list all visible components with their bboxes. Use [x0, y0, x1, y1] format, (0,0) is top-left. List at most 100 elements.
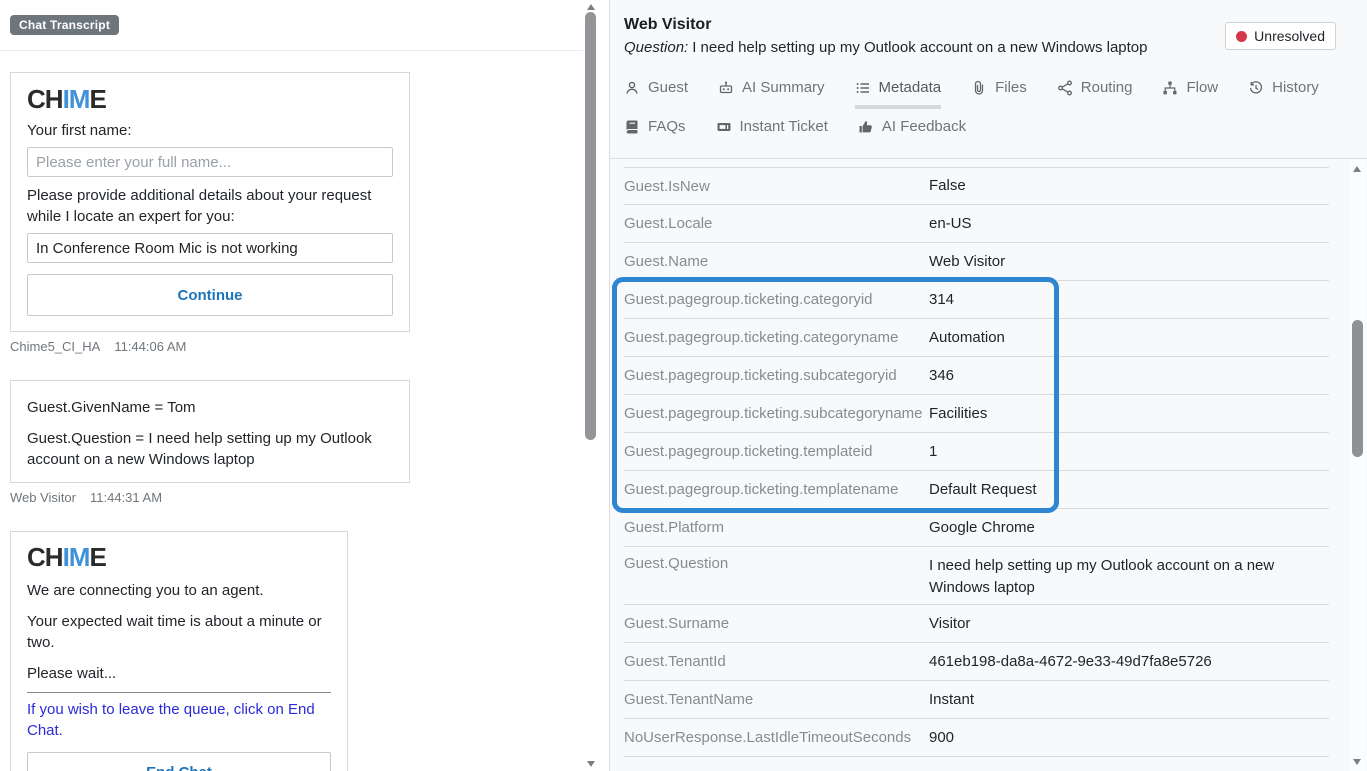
- metadata-key: Guest.Surname: [624, 615, 929, 632]
- tab-ai-summary[interactable]: AI Summary: [718, 79, 825, 109]
- book-icon: [624, 119, 640, 135]
- metadata-row: Guest.pagegroup.ticketing.categoryid 314: [624, 281, 1329, 319]
- logo-part: E: [89, 542, 105, 572]
- chat-card-connecting: CHIME We are connecting you to an agent.…: [10, 531, 348, 771]
- metadata-value: 346: [929, 365, 1329, 387]
- tab-label: Routing: [1081, 79, 1133, 96]
- chime-logo: CHIME: [27, 86, 393, 112]
- sender-name: Web Visitor: [10, 490, 76, 505]
- metadata-row: Guest.TenantId 461eb198-da8a-4672-9e33-4…: [624, 643, 1329, 681]
- details-label: Please provide additional details about …: [27, 185, 393, 227]
- left-scrollbar-thumb[interactable]: [585, 12, 596, 440]
- metadata-key: Guest.pagegroup.ticketing.subcategorynam…: [624, 405, 929, 422]
- right-scrollbar-thumb[interactable]: [1352, 320, 1363, 457]
- timestamp: 11:44:31 AM: [90, 490, 162, 505]
- metadata-value: Automation: [929, 327, 1329, 349]
- tab-label: AI Summary: [742, 79, 825, 96]
- end-chat-button[interactable]: End Chat: [27, 752, 331, 771]
- scroll-up-arrow-icon[interactable]: [1353, 166, 1361, 172]
- please-wait-line: Please wait...: [27, 663, 331, 684]
- metadata-key: Guest.TenantId: [624, 653, 929, 670]
- tab-label: AI Feedback: [882, 118, 966, 135]
- list-icon: [855, 80, 871, 96]
- metadata-row: Guest.pagegroup.ticketing.subcategorynam…: [624, 395, 1329, 433]
- metadata-row: Guest.TenantName Instant: [624, 681, 1329, 719]
- leave-queue-notice: If you wish to leave the queue, click on…: [27, 699, 331, 741]
- metadata-row: Guest.Name Web Visitor: [624, 243, 1329, 281]
- metadata-value: 314: [929, 289, 1329, 311]
- metadata-key: Guest.pagegroup.ticketing.subcategoryid: [624, 367, 929, 384]
- share-nodes-icon: [1057, 80, 1073, 96]
- metadata-key: NoUserResponse.LastIdleTimeoutSeconds: [624, 729, 929, 746]
- logo-part: IM: [63, 84, 90, 114]
- timestamp: 11:44:06 AM: [114, 339, 186, 354]
- tab-files[interactable]: Files: [971, 79, 1027, 109]
- tab-label: Instant Ticket: [740, 118, 828, 135]
- wait-time-line: Your expected wait time is about a minut…: [27, 611, 331, 653]
- continue-button[interactable]: Continue: [27, 274, 393, 316]
- scroll-up-arrow-icon[interactable]: [587, 4, 595, 10]
- scroll-down-arrow-icon[interactable]: [587, 761, 595, 767]
- connecting-line: We are connecting you to an agent.: [27, 580, 331, 601]
- details-input[interactable]: [27, 233, 393, 263]
- tab-routing[interactable]: Routing: [1057, 79, 1133, 109]
- chat-transcript-panel: Chat Transcript CHIME Your first name: P…: [0, 0, 583, 771]
- question-text: I need help setting up my Outlook accoun…: [692, 39, 1147, 56]
- metadata-key: Guest.Question: [624, 555, 929, 572]
- tab-history[interactable]: History: [1248, 79, 1319, 109]
- card-divider: [27, 692, 331, 693]
- tab-label: Guest: [648, 79, 688, 96]
- metadata-key: Guest.IsNew: [624, 178, 929, 195]
- metadata-value: 1: [929, 441, 1329, 463]
- history-icon: [1248, 80, 1264, 96]
- metadata-value: Instant: [929, 689, 1329, 711]
- metadata-row: Guest.Question I need help setting up my…: [624, 547, 1329, 605]
- chat-card-guest-vars: Guest.GivenName = Tom Guest.Question = I…: [10, 380, 410, 483]
- metadata-row: Guest.pagegroup.ticketing.categoryname A…: [624, 319, 1329, 357]
- tab-bar-row1: Guest AI Summary Metadata Files Routing: [624, 79, 1367, 109]
- right-scrollbar[interactable]: [1349, 160, 1366, 771]
- tab-guest[interactable]: Guest: [624, 79, 688, 109]
- tab-instant-ticket[interactable]: Instant Ticket: [716, 118, 828, 141]
- details-header: Web Visitor Question:I need help setting…: [610, 0, 1367, 159]
- metadata-row: Guest.pagegroup.ticketing.subcategoryid …: [624, 357, 1329, 395]
- scroll-down-arrow-icon[interactable]: [1353, 759, 1361, 765]
- person-icon: [624, 80, 640, 96]
- metadata-value: Default Request: [929, 479, 1329, 501]
- first-name-label: Your first name:: [27, 120, 393, 141]
- tab-ai-feedback[interactable]: AI Feedback: [858, 118, 966, 141]
- tab-flow[interactable]: Flow: [1162, 79, 1218, 109]
- metadata-row: Guest.Locale en-US: [624, 205, 1329, 243]
- guest-question-line: Guest.Question = I need help setting up …: [27, 428, 393, 470]
- tab-metadata[interactable]: Metadata: [855, 79, 942, 109]
- metadata-key: Guest.Locale: [624, 215, 929, 232]
- metadata-row: NoUserResponse.LastIdleTimeoutSeconds 90…: [624, 719, 1329, 757]
- metadata-key: Guest.pagegroup.ticketing.templateid: [624, 443, 929, 460]
- full-name-input[interactable]: [27, 147, 393, 177]
- robot-icon: [718, 80, 734, 96]
- metadata-row: Guest.Surname Visitor: [624, 605, 1329, 643]
- metadata-value: Facilities: [929, 403, 1329, 425]
- left-scrollbar[interactable]: [584, 0, 598, 771]
- chat-transcript-badge: Chat Transcript: [10, 15, 119, 35]
- metadata-value: Web Visitor: [929, 251, 1329, 273]
- flow-icon: [1162, 80, 1178, 96]
- metadata-value: Google Chrome: [929, 517, 1329, 539]
- metadata-value: I need help setting up my Outlook accoun…: [929, 555, 1329, 599]
- metadata-row: Guest.pagegroup.ticketing.templateid 1: [624, 433, 1329, 471]
- status-dot-icon: [1236, 31, 1247, 42]
- tab-label: Files: [995, 79, 1027, 96]
- chime-logo: CHIME: [27, 544, 331, 570]
- question-label: Question:: [624, 39, 688, 56]
- metadata-key: Guest.TenantName: [624, 691, 929, 708]
- guest-givenname-line: Guest.GivenName = Tom: [27, 397, 393, 418]
- status-badge[interactable]: Unresolved: [1225, 22, 1336, 50]
- paperclip-icon: [971, 80, 987, 96]
- badge-row: Chat Transcript: [10, 0, 583, 36]
- metadata-key: Guest.Name: [624, 253, 929, 270]
- sender-name: Chime5_CI_HA: [10, 339, 100, 354]
- logo-part: CH: [27, 542, 63, 572]
- logo-part: E: [89, 84, 105, 114]
- tab-faqs[interactable]: FAQs: [624, 118, 686, 141]
- tab-label: Flow: [1186, 79, 1218, 96]
